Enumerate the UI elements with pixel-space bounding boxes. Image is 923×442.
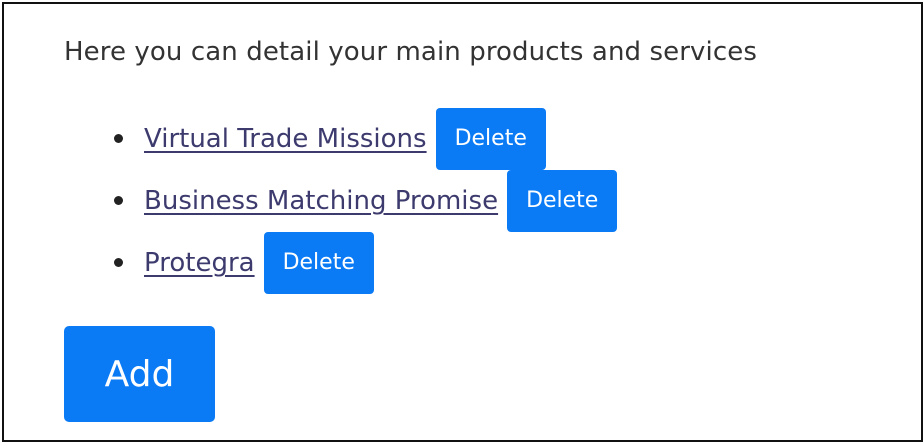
delete-button[interactable]: Delete: [435, 108, 546, 170]
list-item: Business Matching Promise Delete: [4, 170, 618, 232]
products-panel: Here you can detail your main products a…: [2, 2, 923, 442]
delete-button[interactable]: Delete: [507, 170, 618, 232]
bullet-icon: [114, 258, 123, 267]
list-item: Protegra Delete: [4, 232, 617, 294]
list-item: Virtual Trade Missions Delete: [4, 108, 617, 170]
product-link-virtual-trade-missions[interactable]: Virtual Trade Missions: [144, 121, 427, 157]
bullet-icon: [114, 196, 123, 205]
add-button[interactable]: Add: [64, 326, 215, 422]
bullet-icon: [114, 134, 123, 143]
product-list: Virtual Trade Missions Delete Business M…: [4, 108, 618, 294]
delete-button[interactable]: Delete: [263, 232, 374, 294]
intro-text: Here you can detail your main products a…: [64, 37, 757, 67]
product-link-business-matching-promise[interactable]: Business Matching Promise: [144, 183, 498, 219]
product-link-protegra[interactable]: Protegra: [144, 245, 255, 281]
